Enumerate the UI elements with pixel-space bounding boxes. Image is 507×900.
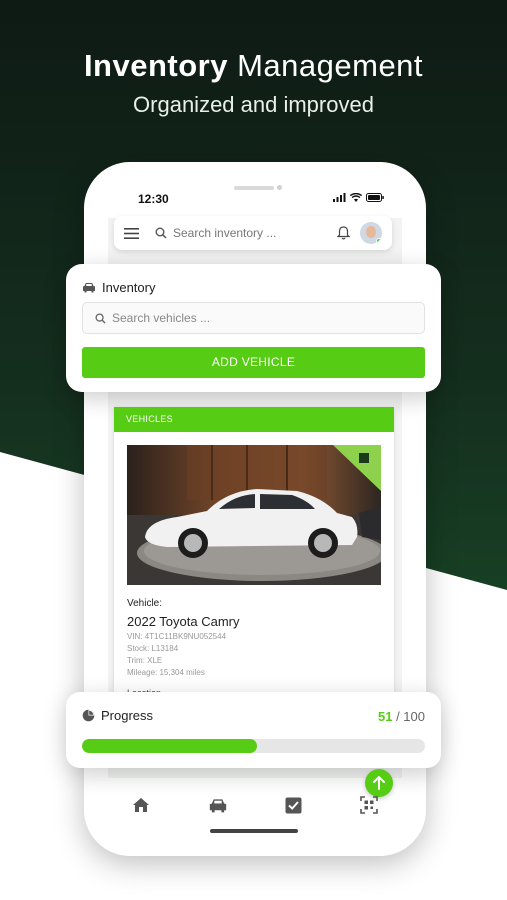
app-top-bar: Search inventory ... — [114, 216, 392, 250]
vehicle-mileage: Mileage: 15,304 miles — [127, 668, 205, 677]
inventory-title: Inventory — [82, 280, 155, 295]
speaker-pill — [234, 186, 274, 190]
progress-bar-fill — [82, 739, 257, 753]
menu-icon[interactable] — [124, 227, 139, 239]
wifi-icon — [350, 193, 362, 202]
search-icon — [95, 312, 106, 324]
battery-icon — [366, 193, 384, 202]
progress-bar — [82, 739, 425, 753]
progress-card: Progress 51 / 100 — [66, 692, 441, 768]
car-icon[interactable] — [208, 798, 228, 813]
avatar[interactable] — [360, 222, 382, 244]
home-icon[interactable] — [132, 797, 150, 813]
status-time: 12:30 — [138, 192, 169, 206]
qr-scan-icon[interactable] — [360, 796, 378, 814]
progress-count: 51 / 100 — [377, 709, 425, 724]
checklist-icon[interactable] — [285, 797, 302, 814]
vehicles-header: VEHICLES — [114, 407, 394, 432]
online-status-dot — [376, 238, 382, 244]
vehicles-card: VEHICLES Vehicle: 2022 Toyota Camry VIN:… — [114, 407, 394, 707]
bottom-nav — [112, 790, 398, 820]
inventory-search-input[interactable]: Search inventory ... — [173, 226, 337, 240]
vehicle-label: Vehicle: — [127, 598, 163, 609]
vehicle-name: 2022 Toyota Camry — [127, 614, 240, 629]
camera-dot — [277, 185, 282, 190]
promo-subheadline: Organized and improved — [133, 92, 374, 117]
search-icon — [155, 227, 167, 239]
vehicle-trim: Trim: XLE — [127, 656, 163, 665]
add-vehicle-button[interactable]: ADD VEHICLE — [82, 347, 425, 378]
promo-headline: Inventory Management — [83, 48, 424, 83]
vehicle-photo[interactable] — [127, 445, 381, 585]
vehicle-vin: VIN: 4T1C11BK9NU052544 — [127, 632, 227, 641]
home-indicator — [210, 829, 298, 833]
vehicle-search-input[interactable]: Search vehicles ... — [82, 302, 425, 334]
signal-icon — [333, 193, 346, 202]
pie-chart-icon — [82, 709, 95, 722]
inventory-card: Inventory Search vehicles ... ADD VEHICL… — [66, 264, 441, 392]
vehicle-stock: Stock: L13184 — [127, 644, 179, 653]
bell-icon[interactable] — [337, 226, 350, 240]
arrow-up-icon — [373, 776, 385, 790]
status-icons — [333, 193, 384, 202]
progress-title: Progress — [82, 708, 153, 723]
car-icon — [83, 283, 95, 293]
